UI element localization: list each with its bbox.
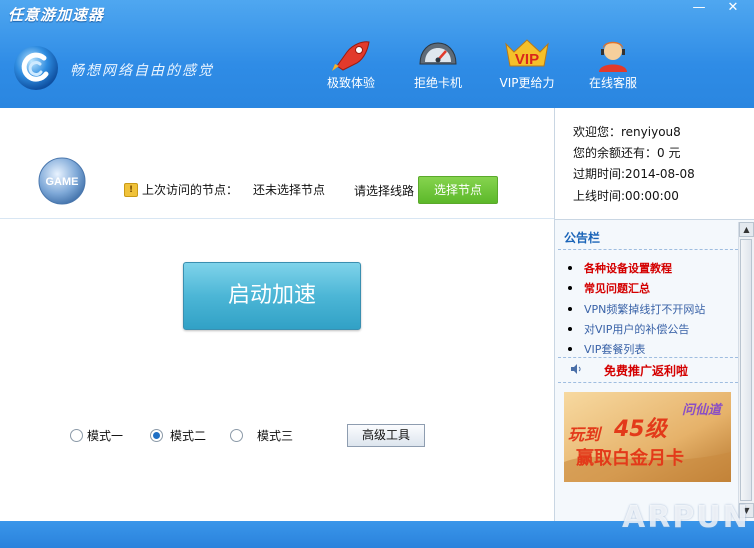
speedometer-icon <box>419 42 457 65</box>
advanced-tools-button[interactable]: 高级工具 <box>347 424 425 447</box>
notice-divider <box>558 357 738 358</box>
balance-text: 您的余额还有：0 元 <box>573 146 681 160</box>
svg-text:VIP: VIP <box>515 51 539 68</box>
nav-label: 在线客服 <box>588 76 637 90</box>
customer-service-icon <box>599 41 627 72</box>
notice-title: 公告栏 <box>564 231 601 245</box>
nav-vip[interactable]: VIP VIP更给力 <box>488 38 566 94</box>
mode-3-label[interactable]: 模式三 <box>257 427 293 444</box>
expire-text: 过期时间:2014-08-08 <box>573 167 695 181</box>
welcome-text: 欢迎您：renyiyou8 <box>573 125 681 139</box>
bullet <box>568 347 572 351</box>
banner-game-name: 问仙道 <box>682 402 723 418</box>
bullet <box>568 266 572 270</box>
game-icon: GAME <box>38 157 86 205</box>
speaker-icon <box>571 364 581 374</box>
last-node-value: 还未选择节点 <box>253 183 326 197</box>
notice-item[interactable]: VIP套餐列表 <box>584 341 645 357</box>
notice-divider <box>558 382 738 383</box>
nav-label: VIP更给力 <box>499 76 555 90</box>
mode-3-radio[interactable] <box>230 429 243 442</box>
app-logo-icon <box>14 46 58 90</box>
nav-online-service[interactable]: 在线客服 <box>574 38 652 94</box>
minimize-button[interactable]: — <box>686 0 712 17</box>
start-accelerate-button[interactable]: 启动加速 <box>183 262 361 330</box>
notice-item[interactable]: 对VIP用户的补偿公告 <box>584 321 689 337</box>
mode-2-label[interactable]: 模式二 <box>170 427 206 444</box>
mode-2-radio[interactable] <box>150 429 163 442</box>
rocket-icon <box>332 41 370 71</box>
banner-line2: 赢取白金月卡 <box>576 447 684 469</box>
scroll-up-arrow-icon[interactable]: ▲ <box>739 222 754 237</box>
game-badge-text: GAME <box>46 176 79 188</box>
notice-item[interactable]: 常见问题汇总 <box>584 280 650 296</box>
scroll-thumb[interactable] <box>740 239 752 501</box>
nav-label: 拒绝卡机 <box>413 76 462 90</box>
notice-scrollbar[interactable]: ▲ ▼ <box>738 222 754 518</box>
nav-label: 极致体验 <box>326 76 375 90</box>
banner-level: 45级 <box>613 416 669 442</box>
watermark-text: ARPUN <box>622 500 750 535</box>
select-node-button[interactable]: 选择节点 <box>418 176 498 204</box>
banner-line1: 玩到 <box>568 425 603 444</box>
notice-item[interactable]: 各种设备设置教程 <box>584 260 672 276</box>
nav-no-lag[interactable]: 拒绝卡机 <box>399 38 477 94</box>
online-time-text: 上线时间:00:00:00 <box>573 189 679 203</box>
bullet <box>568 327 572 331</box>
bullet <box>568 286 572 290</box>
mode-1-label[interactable]: 模式一 <box>87 427 123 444</box>
warning-icon: ! <box>124 183 138 197</box>
notice-item[interactable]: VPN频繁掉线打不开网站 <box>584 301 705 317</box>
close-button[interactable]: ✕ <box>714 0 752 17</box>
promo-banner[interactable]: 玩到 45级 赢取白金月卡 问仙道 <box>564 392 731 482</box>
app-title: 任意游加速器 <box>8 6 105 24</box>
slogan: 畅想网络自由的感觉 <box>70 63 214 79</box>
notice-divider <box>558 249 738 250</box>
nav-extreme-experience[interactable]: 极致体验 <box>312 38 390 94</box>
last-node-label: 上次访问的节点： <box>142 183 239 197</box>
mode-1-radio[interactable] <box>70 429 83 442</box>
vip-icon: VIP <box>505 39 549 68</box>
bullet <box>568 307 572 311</box>
promo-link[interactable]: 免费推广返利啦 <box>604 362 688 379</box>
choose-line-label: 请选择线路 <box>354 184 415 198</box>
